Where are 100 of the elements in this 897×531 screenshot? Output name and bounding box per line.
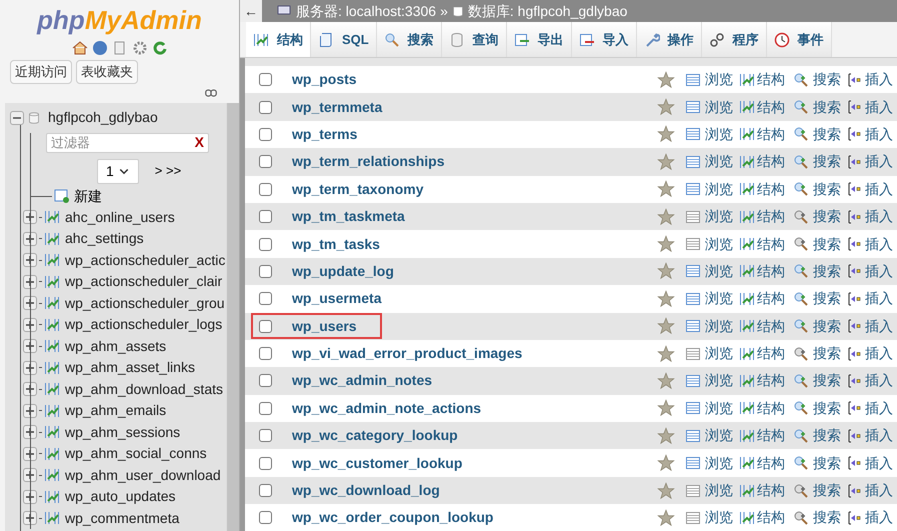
nav-button[interactable]: 表收藏夹 (76, 60, 138, 84)
table-name-link[interactable]: wp_posts (292, 69, 357, 90)
search-link[interactable]: 搜索 (813, 425, 841, 446)
table-name-link[interactable]: wp_users (292, 316, 357, 337)
breadcrumb-database[interactable]: 数据库: hgflpcoh_gdlybao (468, 0, 628, 22)
browse-link[interactable]: 浏览 (705, 288, 733, 310)
new-table-link[interactable]: 新建 (74, 186, 102, 206)
checkbox[interactable] (259, 484, 272, 498)
browse-link[interactable]: 浏览 (705, 260, 733, 282)
checkbox[interactable] (259, 238, 272, 251)
checkbox[interactable] (259, 73, 272, 86)
checkbox[interactable] (259, 292, 272, 306)
browse-link[interactable]: 浏览 (705, 178, 733, 200)
search-link[interactable]: 搜索 (813, 398, 841, 419)
search-link[interactable]: 搜索 (813, 480, 841, 502)
structure-link[interactable]: 结构 (757, 452, 785, 474)
expand-icon[interactable] (23, 232, 37, 246)
browse-link[interactable]: 浏览 (705, 124, 733, 145)
checkbox[interactable] (259, 155, 272, 168)
search-link[interactable]: 搜索 (813, 260, 841, 282)
insert-link[interactable]: 插入 (865, 69, 893, 90)
browse-link[interactable]: 浏览 (705, 452, 733, 474)
table-link[interactable]: wp_ahm_sessions (65, 422, 180, 443)
insert-link[interactable]: 插入 (865, 151, 893, 172)
page-select[interactable]: 1 (97, 158, 139, 184)
table-name-link[interactable]: wp_tm_taskmeta (292, 206, 405, 228)
browse-link[interactable]: 浏览 (705, 234, 733, 255)
structure-link[interactable]: 结构 (757, 425, 785, 446)
insert-link[interactable]: 插入 (865, 96, 893, 118)
structure-link[interactable]: 结构 (757, 96, 785, 118)
structure-link[interactable]: 结构 (757, 124, 785, 145)
insert-link[interactable]: 插入 (865, 124, 893, 145)
tab[interactable]: 导入 (572, 22, 637, 57)
checkbox[interactable] (259, 264, 272, 278)
tab[interactable]: 导出 (506, 22, 572, 57)
structure-link[interactable]: 结构 (757, 151, 785, 172)
checkbox[interactable] (259, 128, 272, 141)
structure-link[interactable]: 结构 (757, 316, 785, 337)
tab[interactable]: 搜索 (376, 22, 442, 57)
browse-link[interactable]: 浏览 (705, 370, 733, 392)
insert-link[interactable]: 插入 (865, 507, 893, 528)
table-link[interactable]: ahc_online_users (65, 206, 175, 228)
search-link[interactable]: 搜索 (813, 452, 841, 474)
tab[interactable]: 程序 (702, 22, 767, 57)
search-link[interactable]: 搜索 (813, 507, 841, 528)
browse-link[interactable]: 浏览 (705, 151, 733, 172)
structure-link[interactable]: 结构 (757, 480, 785, 502)
table-link[interactable]: wp_ahm_user_download (65, 464, 221, 486)
scrollbar[interactable] (226, 102, 239, 531)
expand-icon[interactable] (23, 274, 37, 289)
search-link[interactable]: 搜索 (813, 316, 841, 337)
search-link[interactable]: 搜索 (813, 370, 841, 392)
insert-link[interactable]: 插入 (865, 260, 893, 282)
structure-link[interactable]: 结构 (757, 69, 785, 90)
insert-link[interactable]: 插入 (865, 343, 893, 364)
checkbox[interactable] (259, 320, 272, 333)
tab[interactable]: 事件 (766, 22, 832, 57)
table-link[interactable]: wp_ahm_assets (65, 336, 166, 357)
table-name-link[interactable]: wp_termmeta (292, 96, 382, 118)
checkbox[interactable] (259, 511, 272, 524)
search-link[interactable]: 搜索 (813, 151, 841, 172)
table-name-link[interactable]: wp_term_taxonomy (292, 178, 424, 200)
checkbox[interactable] (259, 182, 272, 196)
clear-filter-button[interactable]: X (194, 132, 204, 153)
table-link[interactable]: ahc_settings (65, 228, 144, 250)
checkbox[interactable] (259, 456, 272, 470)
insert-link[interactable]: 插入 (865, 234, 893, 255)
search-link[interactable]: 搜索 (813, 288, 841, 310)
structure-link[interactable]: 结构 (757, 288, 785, 310)
filter-field[interactable]: 过滤器 X (46, 132, 209, 152)
structure-link[interactable]: 结构 (757, 507, 785, 528)
tab[interactable]: 查询 (442, 22, 507, 57)
table-link[interactable]: wp_actionscheduler_clair (65, 271, 222, 292)
table-name-link[interactable]: wp_term_relationships (292, 151, 444, 172)
structure-link[interactable]: 结构 (757, 370, 785, 392)
insert-link[interactable]: 插入 (865, 425, 893, 446)
checkbox[interactable] (259, 402, 272, 415)
expand-icon[interactable] (23, 446, 37, 461)
checkbox[interactable] (259, 347, 272, 360)
table-link[interactable]: wp_actionscheduler_logs (65, 314, 222, 336)
expand-icon[interactable] (23, 210, 37, 224)
expand-icon[interactable] (23, 318, 37, 332)
checkbox[interactable] (259, 374, 272, 388)
expand-icon[interactable] (23, 468, 37, 482)
browse-link[interactable]: 浏览 (705, 507, 733, 528)
table-link[interactable]: wp_actionscheduler_actic (65, 250, 226, 271)
table-name-link[interactable]: wp_wc_customer_lookup (292, 452, 462, 474)
browse-link[interactable]: 浏览 (705, 96, 733, 118)
collapse-icon[interactable] (10, 110, 24, 124)
tab[interactable]: SQL (311, 22, 377, 57)
search-link[interactable]: 搜索 (813, 343, 841, 364)
table-name-link[interactable]: wp_tm_tasks (292, 234, 380, 255)
insert-link[interactable]: 插入 (865, 370, 893, 392)
insert-link[interactable]: 插入 (865, 178, 893, 200)
table-link[interactable]: wp_ahm_download_stats (65, 378, 223, 400)
insert-link[interactable]: 插入 (865, 206, 893, 228)
structure-link[interactable]: 结构 (757, 343, 785, 364)
search-link[interactable]: 搜索 (813, 234, 841, 255)
table-name-link[interactable]: wp_wc_category_lookup (292, 425, 458, 446)
table-name-link[interactable]: wp_usermeta (292, 288, 382, 310)
